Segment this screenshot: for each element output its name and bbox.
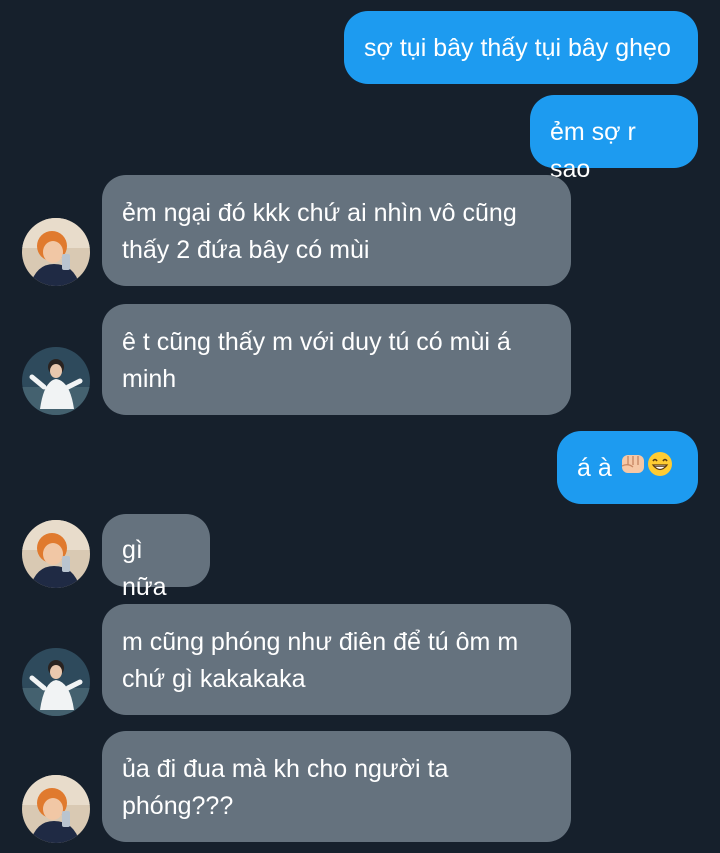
grinning-face-emoji (647, 451, 673, 488)
message-text: á à (577, 454, 612, 482)
message-bubble-incoming[interactable]: ủa đi đua mà kh cho người ta phóng??? (102, 731, 571, 842)
message-text: ẻm sợ r sao (550, 118, 636, 183)
message-text: sợ tụi bây thấy tụi bây ghẹo (364, 34, 671, 62)
message-bubble-incoming[interactable]: ẻm ngại đó kkk chứ ai nhìn vô cũng thấy … (102, 175, 571, 286)
message-bubble-outgoing[interactable]: sợ tụi bây thấy tụi bây ghẹo (344, 11, 698, 84)
message-bubble-outgoing[interactable]: á à (557, 431, 698, 504)
message-text: m cũng phóng như điên để tú ôm m chứ gì … (122, 628, 519, 693)
avatar-orange-hair[interactable] (22, 218, 90, 286)
message-bubble-incoming[interactable]: m cũng phóng như điên để tú ôm m chứ gì … (102, 604, 571, 715)
message-bubble-incoming[interactable]: gì nữa (102, 514, 210, 601)
avatar-white-shirt[interactable] (22, 347, 90, 415)
avatar-white-shirt[interactable] (22, 648, 90, 716)
message-text: ẻm ngại đó kkk chứ ai nhìn vô cũng thấy … (122, 199, 517, 264)
message-bubble-outgoing[interactable]: ẻm sợ r sao (530, 95, 698, 183)
avatar-orange-hair[interactable] (22, 775, 90, 843)
message-text: gì nữa (122, 536, 167, 601)
avatar-orange-hair[interactable] (22, 520, 90, 588)
message-bubble-incoming[interactable]: ê t cũng thấy m với duy tú có mùi á minh (102, 304, 571, 415)
raised-fist-emoji (619, 451, 647, 488)
message-text: ê t cũng thấy m với duy tú có mùi á minh (122, 328, 511, 393)
message-text: ủa đi đua mà kh cho người ta phóng??? (122, 755, 449, 820)
